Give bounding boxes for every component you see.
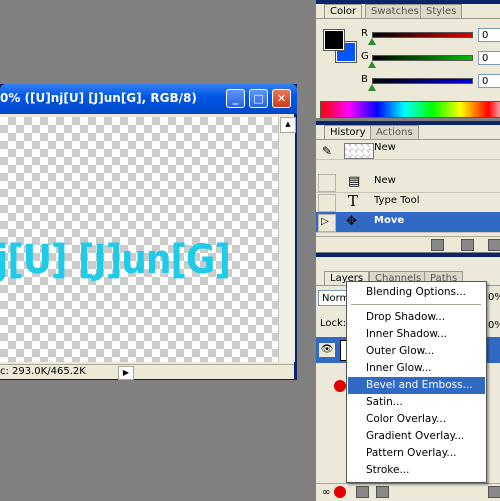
green-slider-handle[interactable] — [368, 61, 376, 68]
history-snapshot-row[interactable]: ✎ New — [316, 142, 500, 160]
blue-value-field[interactable]: 0 — [478, 74, 500, 88]
green-value-field[interactable]: 0 — [478, 51, 500, 65]
history-item-new[interactable]: ▤ New — [316, 172, 500, 193]
blend-mode-select[interactable]: Norm — [318, 290, 349, 306]
history-pointer-icon: ▷ — [321, 216, 329, 227]
delete-state-icon[interactable] — [488, 239, 500, 251]
minimize-icon[interactable]: _ — [226, 89, 245, 108]
history-palette: History Actions ✎ New ▤ New T Type Tool … — [316, 121, 500, 252]
menu-item-inner-shadow[interactable]: Inner Shadow... — [348, 326, 485, 343]
scroll-up-icon[interactable]: ▲ — [280, 117, 296, 133]
history-item-label: New — [374, 142, 396, 153]
menu-item-satin[interactable]: Satin... — [348, 394, 485, 411]
red-value-field[interactable]: 0 — [478, 28, 500, 42]
foreground-color-swatch[interactable] — [323, 29, 345, 51]
menu-item-color-overlay[interactable]: Color Overlay... — [348, 411, 485, 428]
red-slider-handle[interactable] — [368, 38, 376, 45]
menu-item-drop-shadow[interactable]: Drop Shadow... — [348, 309, 485, 326]
document-title: 0% ([U]nj[U] [J]un[G], RGB/8) — [0, 91, 197, 105]
menu-separator — [351, 304, 481, 305]
history-footer — [316, 236, 500, 252]
menu-item-bevel-and-emboss[interactable]: Bevel and Emboss... — [348, 377, 485, 394]
menu-item-stroke[interactable]: Stroke... — [348, 462, 485, 479]
slider-label-r: R — [361, 28, 368, 39]
status-menu-arrow-icon[interactable]: ▶ — [118, 366, 134, 380]
red-marker-icon — [334, 380, 346, 392]
brush-icon: ✎ — [322, 144, 333, 158]
history-item-type-tool[interactable]: T Type Tool — [316, 192, 500, 213]
document-titlebar[interactable]: 0% ([U]nj[U] [J]un[G], RGB/8) _ □ ✕ — [0, 84, 297, 114]
lock-label: Lock: — [320, 318, 347, 329]
snapshot-thumbnail-icon — [344, 143, 374, 159]
close-icon[interactable]: ✕ — [272, 89, 291, 108]
tab-history[interactable]: History — [324, 125, 372, 140]
fill-value[interactable]: 0% — [488, 320, 500, 331]
layer-style-menu: Blending Options... Drop Shadow... Inner… — [346, 281, 487, 483]
canvas-text-layer: j[U] [J]un[G] — [0, 237, 231, 283]
history-item-move[interactable]: ▷ ✥ Move — [316, 212, 500, 233]
history-source-checkbox[interactable] — [318, 174, 336, 192]
blue-slider-handle[interactable] — [368, 84, 376, 91]
blue-slider-track[interactable] — [372, 78, 473, 84]
menu-item-blending-options[interactable]: Blending Options... — [348, 284, 485, 301]
tab-actions[interactable]: Actions — [370, 125, 419, 140]
new-document-from-state-icon[interactable] — [431, 239, 444, 251]
document-icon: ▤ — [348, 174, 361, 189]
history-source-checkbox[interactable] — [318, 194, 336, 212]
menu-item-pattern-overlay[interactable]: Pattern Overlay... — [348, 445, 485, 462]
slider-label-b: B — [361, 74, 368, 85]
history-item-label: Type Tool — [374, 195, 420, 206]
new-snapshot-icon[interactable] — [461, 239, 474, 251]
type-tool-icon: T — [348, 192, 359, 210]
menu-item-outer-glow[interactable]: Outer Glow... — [348, 343, 485, 360]
layer-style-icon[interactable] — [356, 486, 369, 498]
menu-item-inner-glow[interactable]: Inner Glow... — [348, 360, 485, 377]
delete-layer-icon[interactable] — [488, 486, 500, 498]
link-icon[interactable]: ∞ — [322, 487, 330, 498]
color-palette: Color Swatches Styles R 0 G 0 B 0 — [316, 0, 500, 118]
eye-icon[interactable]: 👁 — [319, 343, 335, 357]
tab-color[interactable]: Color — [324, 4, 363, 19]
red-slider-track[interactable] — [372, 32, 473, 38]
maximize-icon[interactable]: □ — [249, 89, 268, 108]
layer-mask-icon[interactable] — [376, 486, 389, 498]
red-marker-icon — [334, 486, 346, 498]
layers-footer: ∞ — [316, 483, 500, 501]
image-canvas[interactable]: j[U] [J]un[G] — [0, 117, 278, 362]
doc-size-status: c: 293.0K/465.2K — [0, 366, 86, 377]
tab-swatches[interactable]: Swatches — [365, 4, 425, 19]
history-item-label: Move — [374, 215, 405, 226]
tab-styles[interactable]: Styles — [420, 4, 463, 19]
green-slider-track[interactable] — [372, 55, 473, 61]
document-frame: j[U] [J]un[G] ▲ c: 293.0K/465.2K ▶ — [0, 114, 297, 380]
color-spectrum-bar[interactable] — [320, 101, 500, 118]
status-bar: c: 293.0K/465.2K ▶ — [0, 364, 294, 380]
document-window: 0% ([U]nj[U] [J]un[G], RGB/8) _ □ ✕ j[U]… — [0, 84, 297, 380]
vertical-scrollbar[interactable]: ▲ — [278, 117, 296, 362]
menu-item-gradient-overlay[interactable]: Gradient Overlay... — [348, 428, 485, 445]
history-item-label: New — [374, 175, 396, 186]
history-brush-marker[interactable]: ▷ — [318, 214, 336, 232]
move-tool-icon: ✥ — [346, 214, 357, 229]
opacity-value[interactable]: 0% — [488, 292, 500, 303]
